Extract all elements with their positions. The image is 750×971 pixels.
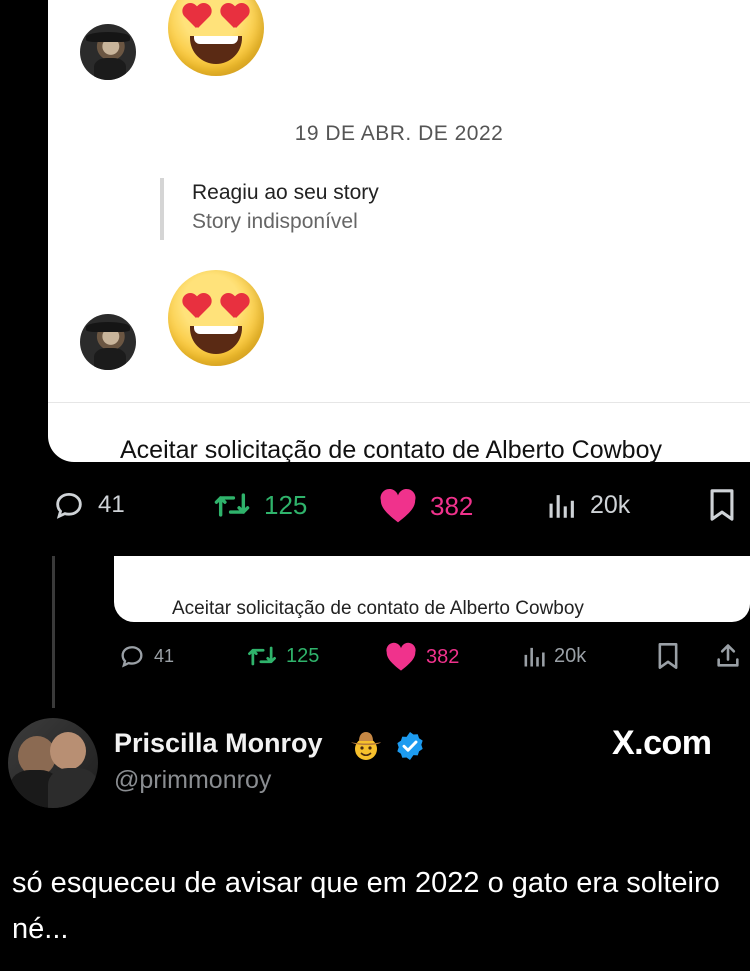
- reply-icon: [56, 492, 82, 519]
- reply-count: 41: [98, 491, 125, 518]
- thread-connector: [52, 556, 55, 708]
- verified-badge-icon: [397, 732, 423, 760]
- bookmark-icon: [710, 489, 734, 521]
- brand-watermark: X.com: [612, 724, 712, 762]
- bookmark-icon: [658, 643, 678, 669]
- message-date: 19 DE ABR. DE 2022: [294, 122, 504, 145]
- share-button[interactable]: [714, 642, 742, 670]
- accept-contact-request[interactable]: Aceitar solicitação de contato de Albert…: [172, 598, 584, 620]
- tweet-action-bar-small: 41 125 382 20k: [0, 642, 750, 674]
- accept-contact-request[interactable]: Aceitar solicitação de contato de Albert…: [120, 436, 662, 462]
- tweet-action-bar: 41 125 382 20k: [0, 486, 750, 528]
- views-button[interactable]: 20k: [544, 488, 630, 522]
- views-icon: [524, 647, 545, 667]
- heart-eyes-emoji: [168, 270, 264, 366]
- views-count: 20k: [590, 490, 631, 519]
- heart-eyes-emoji: [168, 0, 264, 76]
- views-icon: [549, 495, 574, 518]
- story-reply-block: Reagiu ao seu story Story indisponível: [160, 178, 379, 240]
- dm-screenshot-card: 19 DE ABR. DE 2022 Reagiu ao seu story S…: [48, 0, 750, 462]
- reply-button[interactable]: 41: [52, 488, 125, 522]
- bookmark-button[interactable]: [706, 488, 738, 522]
- heart-icon: [386, 642, 416, 671]
- reply-count: 41: [154, 645, 175, 666]
- cowboy-emoji-icon: [351, 732, 381, 760]
- like-button[interactable]: 382: [378, 488, 473, 524]
- sender-avatar: [80, 314, 136, 370]
- share-icon: [717, 644, 739, 667]
- retweet-icon: [248, 646, 276, 666]
- like-count: 382: [426, 645, 460, 668]
- tweet-text: só esqueceu de avisar que em 2022 o gato…: [12, 867, 720, 945]
- views-button[interactable]: 20k: [520, 642, 586, 670]
- story-reply-status: Story indisponível: [192, 210, 358, 233]
- dm-screenshot-card-repeat: Aceitar solicitação de contato de Albert…: [114, 556, 750, 622]
- story-reply-title: Reagiu ao seu story: [192, 181, 379, 204]
- divider: [48, 402, 750, 403]
- like-button[interactable]: 382: [384, 642, 459, 672]
- heart-icon: [380, 488, 416, 523]
- bookmark-button[interactable]: [656, 642, 680, 670]
- author-avatar[interactable]: [8, 718, 98, 808]
- views-count: 20k: [554, 644, 587, 667]
- retweet-count: 125: [286, 644, 320, 667]
- retweet-button[interactable]: 125: [246, 642, 319, 670]
- author-handle[interactable]: @primmonroy: [114, 766, 271, 795]
- reply-icon: [121, 646, 143, 668]
- retweet-count: 125: [264, 489, 308, 520]
- like-count: 382: [430, 490, 474, 521]
- sender-avatar: [80, 24, 136, 80]
- reply-button[interactable]: 41: [118, 642, 174, 670]
- retweet-icon: [214, 493, 250, 517]
- author-name[interactable]: Priscilla Monroy: [114, 728, 323, 759]
- retweet-button[interactable]: 125: [212, 488, 307, 522]
